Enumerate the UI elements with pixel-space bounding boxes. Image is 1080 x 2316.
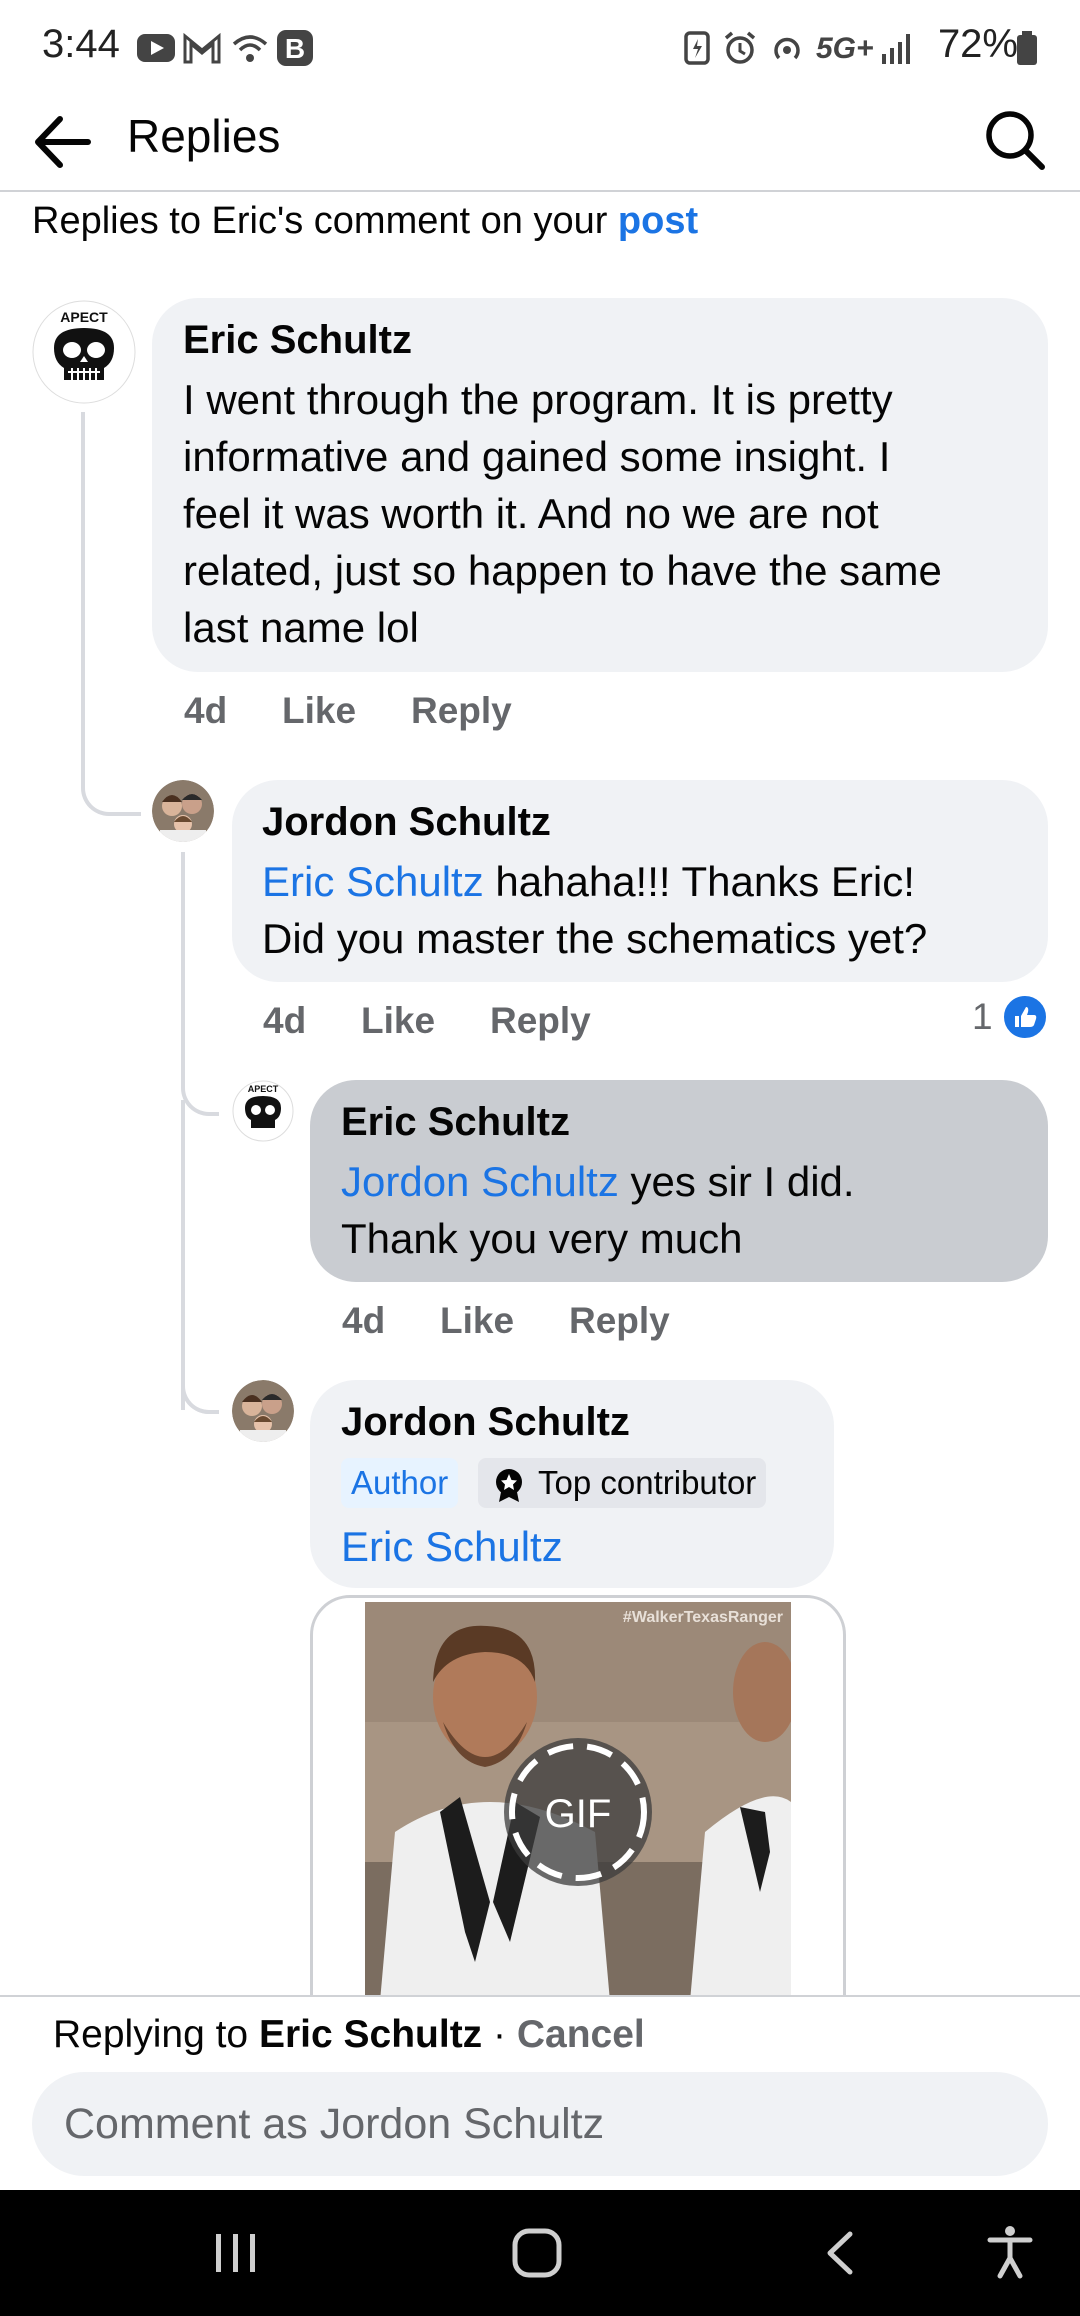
comment-author[interactable]: Eric Schultz <box>341 1100 570 1145</box>
thread-connector <box>181 852 219 1116</box>
thread-connector <box>181 1112 215 1414</box>
comment-text-line: related, just so happen to have the same <box>183 547 942 594</box>
like-button[interactable]: Like <box>440 1300 514 1342</box>
comment-text-part: hahaha!!! Thanks Eric! <box>483 858 915 905</box>
network-type: 5G+ <box>816 32 874 65</box>
reply-button[interactable]: Reply <box>490 1000 591 1042</box>
comment-author[interactable]: Eric Schultz <box>183 318 412 363</box>
author-badge: Author <box>341 1458 459 1508</box>
comment-text-line: informative and gained some insight. I <box>183 433 891 480</box>
context-text: Replies to Eric's comment on your <box>32 200 618 242</box>
reply-composer: Replying to Eric Schultz · Cancel Commen… <box>0 1995 1080 2192</box>
gif-image[interactable]: #WalkerTexasRanger GIF <box>365 1602 791 2058</box>
gif-label[interactable]: GIF <box>545 1792 612 1836</box>
mention-link[interactable]: Eric Schultz <box>341 1518 563 1575</box>
comment-text: I went through the program. It is pretty… <box>183 371 1043 656</box>
status-bar: 3:44 B 5G+ 72% <box>0 0 1080 95</box>
mention-link[interactable]: Jordon Schultz <box>341 1158 619 1205</box>
accessibility-icon[interactable] <box>985 2224 1035 2280</box>
cancel-button[interactable]: Cancel <box>517 2013 645 2056</box>
reaction-count[interactable]: 1 <box>972 996 993 1038</box>
status-time: 3:44 <box>42 22 120 66</box>
battery-saver-icon <box>684 31 710 65</box>
signal-icon <box>882 34 910 64</box>
thread-connector <box>181 1380 219 1414</box>
comment-input[interactable]: Comment as Jordon Schultz <box>32 2072 1048 2176</box>
comment-text-line: I went through the program. It is pretty <box>183 376 893 423</box>
award-icon <box>496 1469 522 1502</box>
avatar[interactable]: APECT <box>32 300 136 404</box>
gmail-icon <box>183 32 221 64</box>
comment-bubble-selected[interactable]: Eric Schultz Jordon Schultz yes sir I di… <box>310 1080 1048 1282</box>
replying-prefix: Replying to <box>53 2013 259 2056</box>
home-icon[interactable] <box>510 2226 564 2280</box>
post-link[interactable]: post <box>618 200 698 242</box>
recent-apps-icon[interactable] <box>212 2230 260 2276</box>
search-icon[interactable] <box>980 105 1050 175</box>
avatar[interactable] <box>152 780 214 842</box>
system-nav-bar <box>0 2190 1080 2316</box>
arrow-left-icon[interactable] <box>30 109 96 175</box>
comment-text-line: feel it was worth it. And no we are not <box>183 490 879 537</box>
reply-button[interactable]: Reply <box>411 690 512 732</box>
comment-author[interactable]: Jordon Schultz <box>341 1400 630 1445</box>
separator: · <box>482 2013 517 2056</box>
like-button[interactable]: Like <box>361 1000 435 1042</box>
comment-text-line: Thank you very much <box>341 1215 743 1262</box>
mention-link[interactable]: Eric Schultz <box>262 858 484 905</box>
svg-text:APECT: APECT <box>248 1084 279 1094</box>
replying-to: Replying to Eric Schultz · Cancel <box>53 2013 645 2057</box>
comment-input-placeholder: Comment as Jordon Schultz <box>64 2099 605 2148</box>
reply-button[interactable]: Reply <box>569 1300 670 1342</box>
comment-text: Eric Schultz hahaha!!! Thanks Eric! Did … <box>262 853 1042 967</box>
comment-text-line: last name lol <box>183 604 419 651</box>
comment-text-part: yes sir I did. <box>618 1158 855 1205</box>
top-contributor-label: Top contributor <box>538 1464 757 1501</box>
youtube-icon <box>137 34 175 62</box>
comment-bubble[interactable]: Jordon Schultz Eric Schultz hahaha!!! Th… <box>232 780 1048 982</box>
comment-bubble[interactable]: Jordon Schultz Author Top contributor Er… <box>310 1380 834 1588</box>
gif-watermark: #WalkerTexasRanger <box>623 1609 783 1626</box>
comment-time: 4d <box>342 1300 386 1341</box>
comment-text: Jordon Schultz yes sir I did. Thank you … <box>341 1153 1041 1267</box>
replies-context: Replies to Eric's comment on your post <box>32 200 698 243</box>
thread-connector <box>81 412 141 816</box>
battery-icon <box>1017 31 1037 65</box>
bixby-icon: B <box>277 30 313 66</box>
thread-line <box>181 1100 185 1410</box>
replying-name: Eric Schultz <box>258 2013 483 2056</box>
alarm-icon <box>724 31 756 64</box>
gif-attachment[interactable]: #WalkerTexasRanger GIF <box>310 1595 846 2061</box>
like-button[interactable]: Like <box>282 690 356 732</box>
hotspot-icon <box>774 37 800 60</box>
like-reaction-icon[interactable] <box>1002 994 1048 1040</box>
back-icon[interactable] <box>818 2228 860 2278</box>
comment-text-line: Did you master the schematics yet? <box>262 915 928 962</box>
svg-text:B: B <box>285 33 305 64</box>
comment-time: 4d <box>184 690 228 731</box>
mention-text[interactable]: Eric Schultz <box>341 1523 563 1570</box>
avatar[interactable]: APECT <box>232 1080 294 1142</box>
comment-time: 4d <box>263 1000 307 1041</box>
avatar[interactable] <box>232 1380 294 1442</box>
app-header: Replies <box>0 95 1080 192</box>
comment-bubble[interactable]: Eric Schultz I went through the program.… <box>152 298 1048 672</box>
page-title: Replies <box>127 110 281 162</box>
wifi-icon <box>232 35 268 62</box>
svg-text:APECT: APECT <box>60 309 108 325</box>
comment-author[interactable]: Jordon Schultz <box>262 800 551 845</box>
battery-percent: 72% <box>937 22 1018 66</box>
